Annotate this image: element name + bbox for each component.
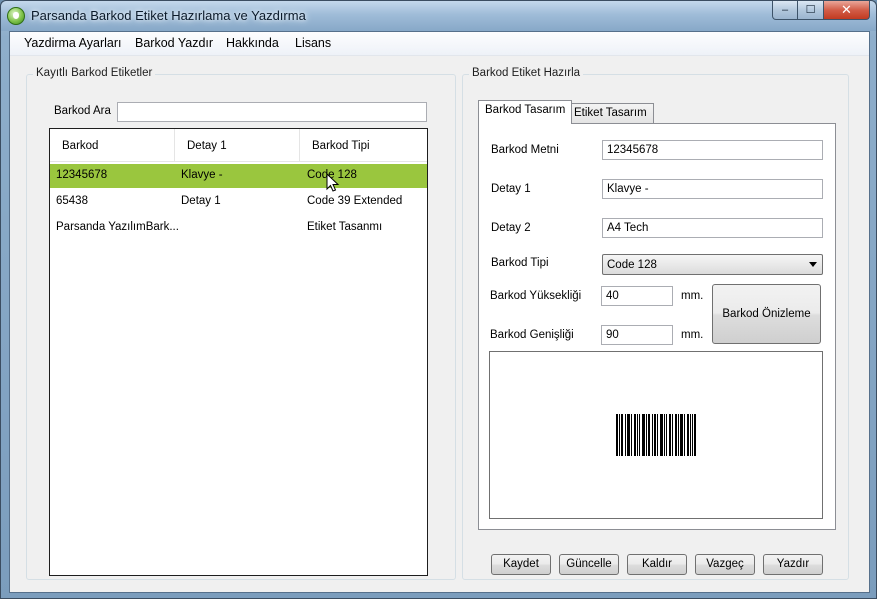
barkod-tasarim-panel: Barkod Metni Detay 1 Detay 2 Barkod Tipi… xyxy=(478,123,836,530)
table-row[interactable]: Parsanda YazılımBark... Etiket Tasanmı xyxy=(50,216,427,240)
detay1-input[interactable] xyxy=(602,179,823,199)
yazdir-button[interactable]: Yazdır xyxy=(763,554,823,575)
column-barkod-tipi[interactable]: Barkod Tipi xyxy=(300,129,427,162)
guncelle-button[interactable]: Güncelle xyxy=(559,554,619,575)
cell-barkod: 12345678 xyxy=(56,169,108,181)
tab-etiket-tasarim[interactable]: Etiket Tasarım xyxy=(567,103,654,124)
barcode-list[interactable]: Barkod Detay 1 Barkod Tipi 12345678 Klav… xyxy=(49,128,428,576)
cell-tip: Etiket Tasanmı xyxy=(307,221,383,233)
kaydet-button[interactable]: Kaydet xyxy=(491,554,551,575)
cell-tip: Code 39 Extended xyxy=(307,195,403,207)
caption-buttons: – ☐ ✕ xyxy=(772,1,870,21)
cell-detay: Klavye - xyxy=(181,169,223,181)
app-window: Parsanda Barkod Etiket Hazırlama ve Yazd… xyxy=(0,0,877,599)
search-input[interactable] xyxy=(117,102,427,122)
cell-barkod: 65438 xyxy=(56,195,88,207)
list-header: Barkod Detay 1 Barkod Tipi xyxy=(50,129,427,162)
table-row[interactable]: 65438 Detay 1 Code 39 Extended xyxy=(50,190,427,214)
close-button[interactable]: ✕ xyxy=(824,1,870,20)
column-barkod[interactable]: Barkod xyxy=(50,129,175,162)
menu-yazdirma-ayarlari[interactable]: Yazdirma Ayarları xyxy=(24,36,122,50)
barcode-image xyxy=(616,414,696,456)
window-title: Parsanda Barkod Etiket Hazırlama ve Yazd… xyxy=(31,8,306,23)
title-bar[interactable]: Parsanda Barkod Etiket Hazırlama ve Yazd… xyxy=(1,1,876,31)
barkod-onizleme-button[interactable]: Barkod Önizleme xyxy=(712,284,821,344)
menu-bar: Yazdirma Ayarları Barkod Yazdır Hakkında… xyxy=(10,32,869,56)
chevron-down-icon xyxy=(809,262,817,267)
column-detay1[interactable]: Detay 1 xyxy=(175,129,300,162)
detay2-input[interactable] xyxy=(602,218,823,238)
saved-labels-group: Kayıtlı Barkod Etiketler Barkod Ara Bark… xyxy=(26,67,456,580)
detay1-label: Detay 1 xyxy=(491,183,531,195)
barkod-tipi-select[interactable]: Code 128 xyxy=(602,254,823,275)
cell-detay: Detay 1 xyxy=(181,195,221,207)
prepare-label-title: Barkod Etiket Hazırla xyxy=(469,67,584,79)
barkod-tipi-value: Code 128 xyxy=(607,259,657,271)
barkod-genisligi-input[interactable] xyxy=(601,325,673,345)
cell-barkod: Parsanda YazılımBark... xyxy=(56,221,179,233)
yukseklik-unit: mm. xyxy=(681,290,704,302)
barkod-metni-input[interactable] xyxy=(602,140,823,160)
kaldir-button[interactable]: Kaldır xyxy=(627,554,687,575)
maximize-button[interactable]: ☐ xyxy=(798,1,824,20)
genislik-unit: mm. xyxy=(681,329,704,341)
detay2-label: Detay 2 xyxy=(491,222,531,234)
table-row[interactable]: 12345678 Klavye - Code 128 xyxy=(50,164,427,188)
prepare-label-group: Barkod Etiket Hazırla Barkod Tasarım Eti… xyxy=(462,67,849,580)
search-label: Barkod Ara xyxy=(54,105,111,117)
app-icon xyxy=(7,7,25,25)
tab-barkod-tasarim[interactable]: Barkod Tasarım xyxy=(478,100,573,124)
vazgec-button[interactable]: Vazgeç xyxy=(695,554,755,575)
menu-hakkinda[interactable]: Hakkında xyxy=(226,36,279,50)
menu-lisans[interactable]: Lisans xyxy=(295,36,331,50)
barkod-yuksekligi-label: Barkod Yüksekliği xyxy=(490,290,582,302)
barcode-preview xyxy=(489,351,823,519)
client-area: Yazdirma Ayarları Barkod Yazdır Hakkında… xyxy=(9,31,870,593)
barkod-genisligi-label: Barkod Genişliği xyxy=(490,329,574,341)
saved-labels-title: Kayıtlı Barkod Etiketler xyxy=(33,67,156,79)
menu-barkod-yazdir[interactable]: Barkod Yazdır xyxy=(135,36,213,50)
mouse-pointer-icon xyxy=(326,173,340,192)
barkod-yuksekligi-input[interactable] xyxy=(601,286,673,306)
minimize-button[interactable]: – xyxy=(772,1,798,20)
barkod-tipi-label: Barkod Tipi xyxy=(491,257,549,269)
barkod-metni-label: Barkod Metni xyxy=(491,144,559,156)
